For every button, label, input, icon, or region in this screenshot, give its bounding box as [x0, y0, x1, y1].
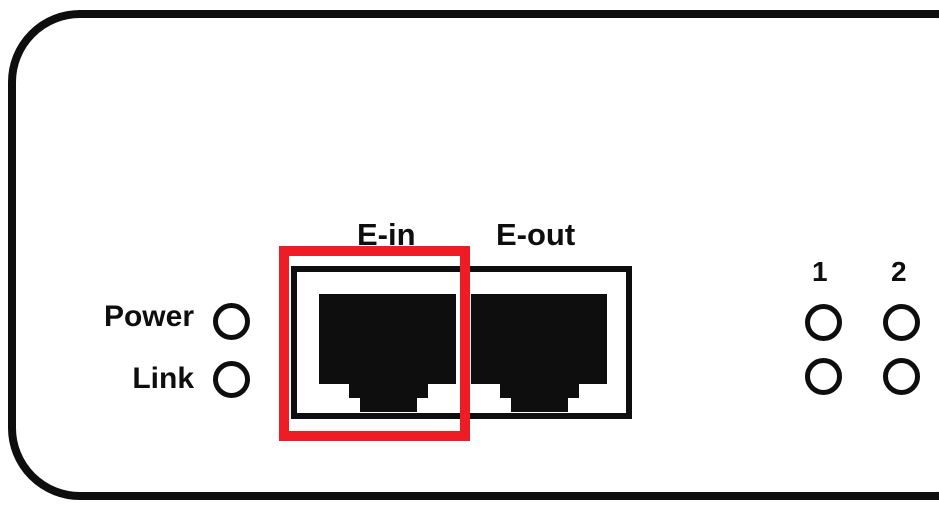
power-led-icon	[213, 303, 250, 340]
e-out-port	[463, 294, 607, 412]
device-diagram: Power Link E-in E-out 1 2	[0, 0, 939, 508]
channel-1-led-top-icon	[805, 304, 842, 341]
e-in-highlight	[279, 246, 470, 441]
channel-1-led-bottom-icon	[805, 358, 842, 395]
channel-2-led-top-icon	[883, 304, 920, 341]
device-front-panel	[8, 10, 939, 500]
channel-1-label: 1	[812, 256, 828, 287]
link-label: Link	[132, 362, 194, 395]
channel-2-led-bottom-icon	[883, 358, 920, 395]
rj45-jack-icon	[463, 294, 607, 412]
power-label: Power	[103, 300, 194, 333]
channel-2-label: 2	[891, 256, 907, 287]
link-led-icon	[213, 361, 250, 398]
e-out-port-label: E-out	[496, 217, 576, 252]
